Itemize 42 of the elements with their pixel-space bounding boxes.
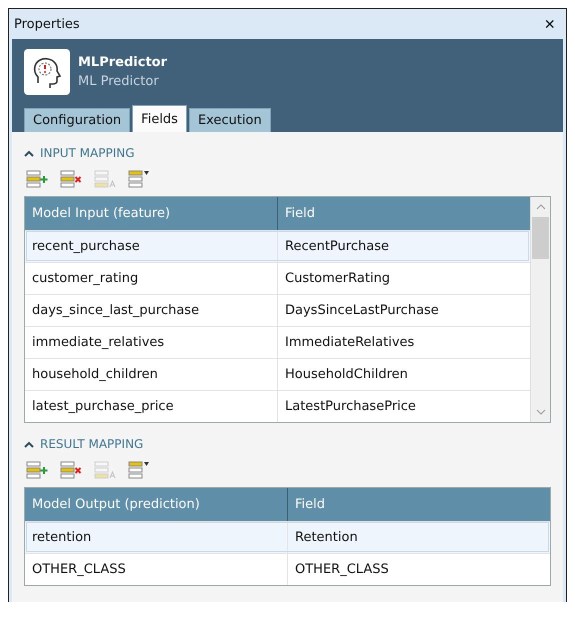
row-menu-icon	[128, 461, 150, 479]
row-menu-icon	[128, 170, 150, 188]
tab[interactable]: Execution	[188, 108, 271, 132]
rename-row-icon	[94, 461, 116, 479]
toolbar-button[interactable]	[26, 461, 50, 481]
toolbar-button[interactable]	[60, 170, 84, 190]
delete-row-icon	[60, 461, 82, 479]
scroll-down-icon[interactable]	[536, 408, 546, 416]
tab[interactable]: Configuration	[24, 108, 130, 132]
table-cell[interactable]: CustomerRating	[278, 263, 530, 294]
add-row-icon	[26, 170, 48, 188]
table-cell[interactable]: ImmediateRelatives	[278, 327, 530, 358]
scroll-up-icon[interactable]	[536, 203, 546, 211]
component-name: MLPredictor	[78, 55, 168, 70]
table-cell[interactable]: DaysSinceLastPurchase	[278, 295, 530, 326]
toolbar-button[interactable]	[26, 170, 50, 190]
table-cell[interactable]: OTHER_CLASS	[288, 554, 550, 585]
toolbar-button[interactable]	[128, 170, 152, 190]
head-icon	[24, 49, 70, 95]
table-cell[interactable]: latest_purchase_price	[25, 391, 278, 422]
chevron-icon	[24, 150, 34, 156]
section-header[interactable]: INPUT MAPPING	[24, 142, 135, 164]
table-cell[interactable]: RecentPurchase	[278, 231, 530, 262]
column-header: Field	[294, 496, 326, 514]
table-cell[interactable]: Retention	[288, 522, 550, 553]
toolbar-button[interactable]	[128, 461, 152, 481]
rename-row-icon	[94, 170, 116, 188]
delete-row-icon	[60, 170, 82, 188]
chevron-icon	[24, 440, 34, 448]
toolbar-button[interactable]	[60, 461, 84, 481]
tab[interactable]: Fields	[132, 105, 187, 132]
scroll-thumb[interactable]	[532, 217, 549, 259]
table-cell[interactable]: LatestPurchasePrice	[278, 391, 530, 422]
scrollbar[interactable]	[530, 197, 550, 422]
close-button[interactable]: ×	[540, 14, 559, 34]
section-header[interactable]: RESULT MAPPING	[24, 433, 144, 455]
window-title: Properties	[14, 16, 80, 32]
table-cell[interactable]: HouseholdChildren	[278, 359, 530, 390]
component-type: ML Predictor	[78, 74, 160, 89]
add-row-icon	[26, 461, 48, 479]
table-cell[interactable]: OTHER_CLASS	[25, 554, 288, 585]
column-header: Field	[284, 205, 316, 223]
